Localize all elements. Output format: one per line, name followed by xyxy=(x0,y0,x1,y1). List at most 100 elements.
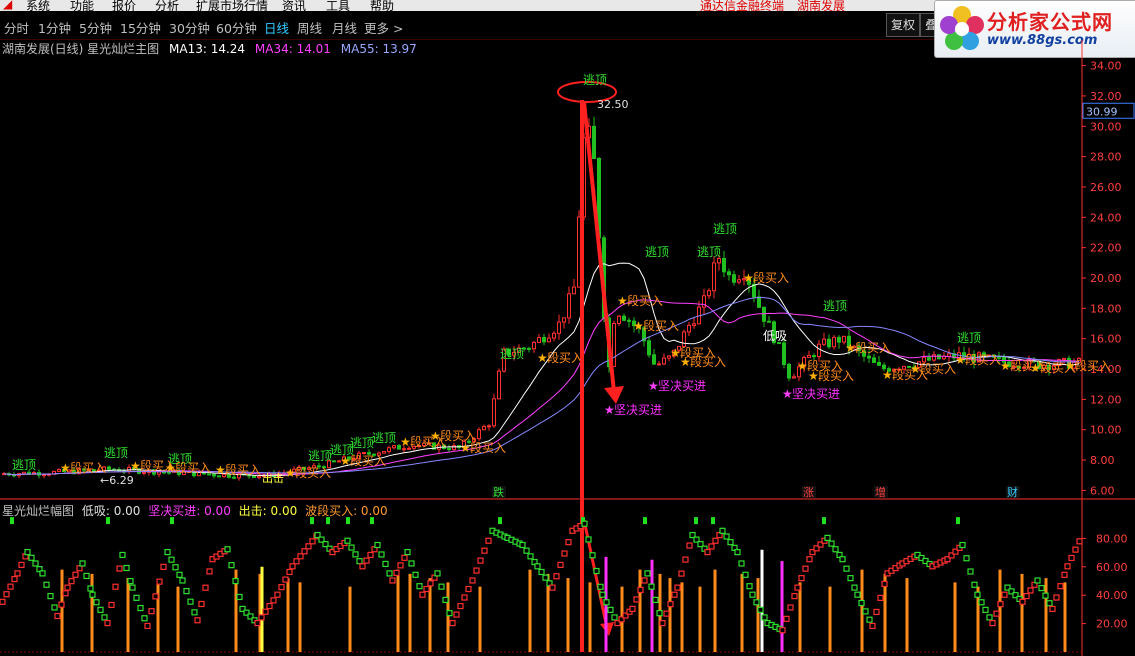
ind-osc-square xyxy=(1049,605,1056,613)
ind-osc-square xyxy=(58,601,65,608)
ind-osc-square xyxy=(14,570,21,577)
ind-osc-square xyxy=(682,556,689,563)
ind-osc-square xyxy=(164,548,171,556)
ind-osc-square xyxy=(978,599,985,606)
ind-osc-square xyxy=(412,571,419,578)
ind-osc-square xyxy=(971,581,978,588)
ind-osc-square xyxy=(712,537,719,544)
candle-body xyxy=(622,315,626,321)
candle-body xyxy=(567,293,571,319)
ind-osc-square xyxy=(589,552,596,559)
candle-body xyxy=(937,354,941,360)
ind-osc-square xyxy=(18,561,25,568)
escape-top-label-7: 逃顶 xyxy=(500,347,524,361)
ind-osc-square xyxy=(629,605,636,613)
candle-body xyxy=(792,376,796,379)
ind-osc-square xyxy=(72,571,79,578)
ind-osc-square xyxy=(723,533,730,540)
ind-osc-square xyxy=(757,606,764,613)
ind-osc-square xyxy=(963,555,970,562)
ind-osc-square xyxy=(97,606,104,613)
candle-body xyxy=(382,451,386,454)
ind-osc-square xyxy=(438,583,445,590)
price-tick-label-12: 10.00 xyxy=(1090,424,1122,437)
band-buy-label-20: 段买入 xyxy=(965,352,1001,367)
ind-osc-square xyxy=(465,585,472,593)
candle-body xyxy=(762,306,766,322)
ind-osc-square xyxy=(206,568,213,575)
ind-osc-square xyxy=(787,604,794,611)
candle-body xyxy=(487,425,491,428)
ind-escape-tick-6 xyxy=(370,517,374,525)
ind-osc-square xyxy=(611,614,618,621)
sell-label: 出击 xyxy=(262,471,284,485)
kline-chart[interactable]: 34.00 32.00 30.00 28.00 26.00 24.00 22.00 20.00… xyxy=(0,0,1135,656)
ind-osc-square xyxy=(141,615,148,622)
ind-osc-square xyxy=(301,548,308,555)
ind-osc-square xyxy=(367,551,374,559)
ind-osc-square xyxy=(202,584,209,591)
event-marker-3: 财 xyxy=(1007,485,1018,499)
ind-escape-tick-13 xyxy=(956,517,960,525)
ind-osc-square xyxy=(832,546,839,553)
candle-body xyxy=(822,338,826,345)
ind-osc-square xyxy=(64,584,71,591)
candle-body xyxy=(447,447,451,451)
candle-body xyxy=(692,323,696,326)
price-tick-label-2: 30.00 xyxy=(1090,120,1122,133)
ind-osc-square xyxy=(644,570,651,577)
candle-body xyxy=(532,341,536,350)
ind-osc-square xyxy=(1019,598,1026,605)
high-price-label: 32.50 xyxy=(597,98,629,111)
candle-body xyxy=(682,331,686,347)
candle-body xyxy=(482,425,486,431)
candle-body xyxy=(527,347,531,350)
strong-buy-label-2: 坚决买进 xyxy=(792,387,840,401)
ind-osc-square xyxy=(401,554,408,561)
low-price-label: ←6.29 xyxy=(100,474,134,487)
candle-body xyxy=(617,315,621,325)
price-tick-label-13: 8.00 xyxy=(1090,454,1115,467)
band-buy-label-13: 段买入 xyxy=(690,354,726,369)
ind-osc-square xyxy=(869,622,876,630)
ind-osc-square xyxy=(802,565,809,572)
ind-osc-square xyxy=(348,544,355,551)
ind-osc-square xyxy=(585,536,592,543)
ind-osc-square xyxy=(866,616,873,623)
price-tick-label-1: 32.00 xyxy=(1090,90,1122,103)
ind-osc-square xyxy=(843,565,850,572)
ind-osc-square xyxy=(839,556,846,563)
price-tick-label-8: 18.00 xyxy=(1090,302,1122,315)
ind-osc-square xyxy=(828,540,835,547)
ind-osc-square xyxy=(47,593,54,600)
ind-osc-square xyxy=(783,615,790,622)
ind-osc-square xyxy=(172,564,179,571)
band-buy-label-2: 段买入 xyxy=(175,460,211,475)
candle-body xyxy=(932,354,936,361)
ind-osc-square xyxy=(519,541,526,549)
ind-osc-square xyxy=(356,558,363,565)
ind-osc-square xyxy=(144,622,151,630)
ind-osc-square xyxy=(119,551,126,559)
ind-escape-tick-3 xyxy=(310,517,314,525)
ind-osc-square xyxy=(104,619,111,627)
ind-osc-square xyxy=(83,572,90,580)
ind-osc-square xyxy=(1061,571,1068,578)
candle-body xyxy=(837,336,841,343)
candle-body xyxy=(392,445,396,449)
ind-escape-tick-1 xyxy=(106,517,110,525)
ind-osc-square xyxy=(1023,593,1030,600)
candle-body xyxy=(752,283,756,298)
candle-body xyxy=(827,338,831,348)
ind-osc-square xyxy=(352,551,359,558)
ind-osc-square xyxy=(434,570,441,577)
ind-osc-square xyxy=(262,608,269,615)
candle-body xyxy=(707,290,711,297)
candle-body xyxy=(787,363,791,379)
ind-osc-square xyxy=(862,608,869,615)
ind-osc-square xyxy=(1053,594,1060,601)
candle-body xyxy=(727,271,731,276)
ind-osc-square xyxy=(1057,583,1064,590)
ind-osc-square xyxy=(542,574,549,581)
ind-osc-square xyxy=(527,553,534,560)
